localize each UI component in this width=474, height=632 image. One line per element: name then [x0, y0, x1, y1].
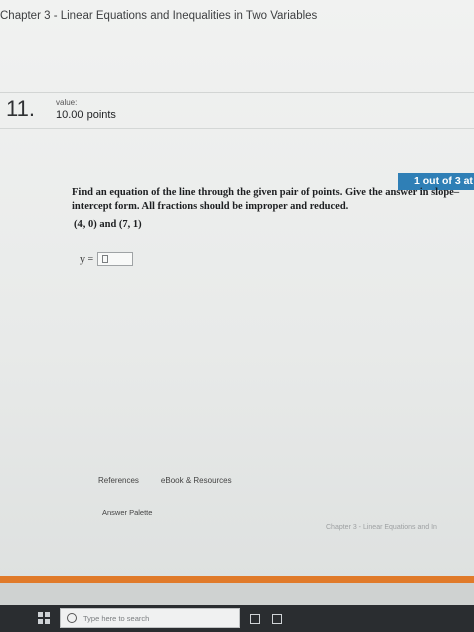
- search-placeholder: Type here to search: [83, 613, 150, 623]
- value-label: value:: [56, 98, 78, 107]
- screen-bezel-strip: [0, 583, 474, 605]
- question-number: 11.: [6, 96, 35, 121]
- answer-row: y =: [80, 250, 134, 268]
- divider: [0, 128, 474, 129]
- references-link[interactable]: References: [98, 476, 139, 496]
- input-cursor-icon: [102, 255, 109, 263]
- cortana-icon: [67, 613, 77, 623]
- chapter-footer: Chapter 3 - Linear Equations and In: [326, 524, 437, 531]
- given-points: (4, 0) and (7, 1): [74, 219, 142, 230]
- chapter-title: Chapter 3 - Linear Equations and Inequal…: [0, 10, 318, 22]
- ebook-resources-link[interactable]: eBook & Resources: [161, 476, 232, 496]
- question-points: 10.00 points: [56, 109, 116, 121]
- accent-bar: [0, 576, 474, 583]
- answer-label: y =: [80, 253, 94, 265]
- bottom-nav: References eBook & Resources: [98, 476, 474, 496]
- app-icon[interactable]: [272, 614, 282, 624]
- taskbar-search-box[interactable]: Type here to search: [60, 608, 240, 628]
- windows-start-icon[interactable]: [38, 612, 50, 624]
- answer-input[interactable]: [97, 252, 134, 266]
- problem-text: Find an equation of the line through the…: [72, 187, 460, 212]
- quiz-page: Chapter 3 - Linear Equations and Inequal…: [0, 0, 474, 632]
- chapter-header: Chapter 3 - Linear Equations and Inequal…: [0, 0, 474, 93]
- answer-palette-link[interactable]: Answer Palette: [102, 508, 152, 517]
- task-view-icon[interactable]: [250, 614, 260, 624]
